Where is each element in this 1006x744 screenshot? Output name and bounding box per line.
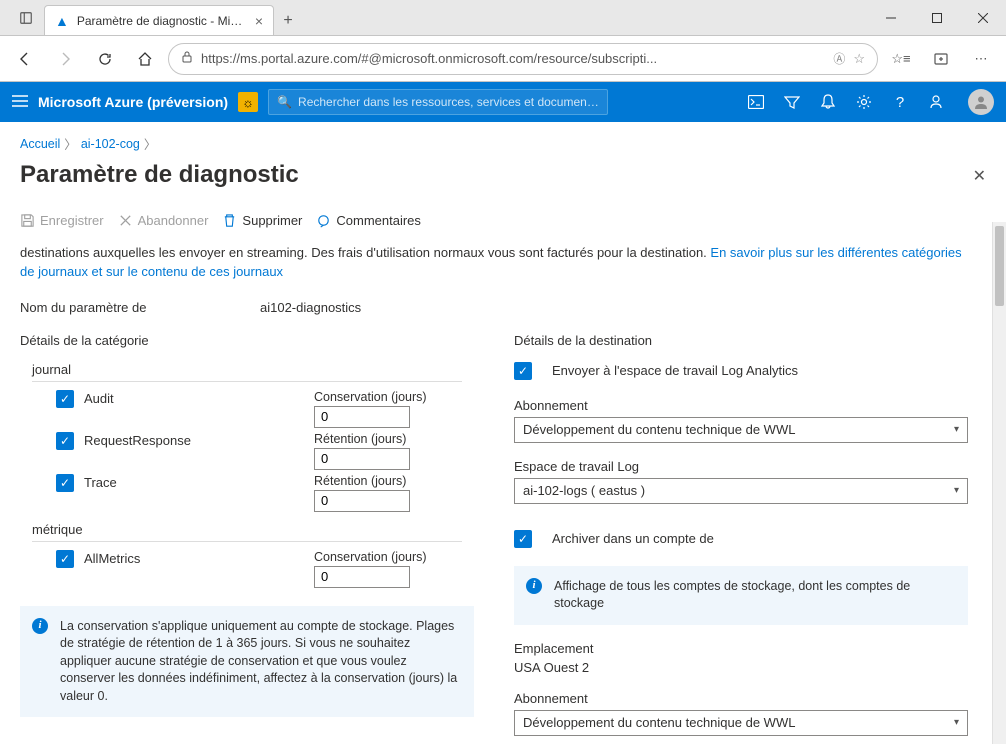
retention-input-audit[interactable] [314, 406, 410, 428]
tab-actions-icon[interactable] [8, 0, 44, 35]
breadcrumb-home[interactable]: Accueil [20, 137, 60, 151]
cloudshell-icon[interactable] [740, 86, 772, 118]
subscription-label: Abonnement [514, 398, 968, 413]
search-icon: 🔍 [277, 95, 292, 109]
reader-icon[interactable]: Ⓐ [833, 50, 845, 67]
address-bar[interactable]: https://ms.portal.azure.com/#@microsoft.… [168, 43, 878, 75]
close-blade-icon[interactable]: ✕ [973, 166, 986, 186]
info-icon: i [526, 578, 542, 594]
breadcrumb-resource[interactable]: ai-102-cog [81, 137, 140, 151]
checkbox-allmetrics[interactable]: ✓ [56, 550, 74, 568]
collections-icon[interactable] [924, 42, 958, 76]
url-text: https://ms.portal.azure.com/#@microsoft.… [201, 51, 825, 66]
workspace-label: Espace de travail Log [514, 459, 968, 474]
chevron-down-icon: ▾ [954, 424, 959, 435]
subscription2-dropdown[interactable]: Développement du contenu technique de WW… [514, 710, 968, 736]
retention-label: Rétention (jours) [314, 474, 454, 488]
discard-button[interactable]: Abandonner [118, 213, 209, 228]
search-placeholder: Rechercher dans les ressources, services… [298, 95, 599, 109]
tab-title: Paramètre de diagnostic - Micro [77, 14, 247, 28]
description-text: destinations auxquelles les envoyer en s… [20, 244, 968, 282]
scrollbar-thumb[interactable] [995, 226, 1004, 306]
retention-label: Rétention (jours) [314, 432, 454, 446]
storage-info-box: i Affichage de tous les comptes de stock… [514, 566, 968, 625]
tab-close-icon[interactable]: × [255, 13, 263, 29]
save-button[interactable]: Enregistrer [20, 213, 104, 228]
blade-content: Accueil 〉 ai-102-cog 〉 Paramètre de diag… [0, 122, 1006, 744]
new-tab-button[interactable]: + [274, 7, 302, 35]
chevron-down-icon: ▾ [954, 717, 959, 728]
setting-name-value: ai102-diagnostics [260, 300, 361, 315]
location-label: Emplacement [514, 641, 968, 656]
retention-input-allmetrics[interactable] [314, 566, 410, 588]
help-icon[interactable]: ? [884, 86, 916, 118]
refresh-button[interactable] [88, 42, 122, 76]
user-avatar[interactable] [968, 89, 994, 115]
dest-storage-label: Archiver dans un compte de [552, 531, 714, 546]
window-minimize-button[interactable] [868, 0, 914, 35]
journal-head: journal [32, 362, 474, 377]
window-maximize-button[interactable] [914, 0, 960, 35]
category-section-head: Détails de la catégorie [20, 333, 474, 348]
category-details-column: Détails de la catégorie journal ✓ Audit … [20, 333, 474, 736]
workspace-dropdown[interactable]: ai-102-logs ( eastus ) ▾ [514, 478, 968, 504]
chevron-down-icon: ▾ [954, 485, 959, 496]
azure-favicon: ▲ [55, 13, 69, 29]
log-requestresponse-label: RequestResponse [84, 433, 191, 448]
subscription2-label: Abonnement [514, 691, 968, 706]
directory-filter-icon[interactable] [776, 86, 808, 118]
scroll-area[interactable]: destinations auxquelles les envoyer en s… [20, 238, 986, 736]
checkbox-audit[interactable]: ✓ [56, 390, 74, 408]
global-search[interactable]: 🔍 Rechercher dans les ressources, servic… [268, 89, 608, 115]
retention-label: Conservation (jours) [314, 390, 454, 404]
window-close-button[interactable] [960, 0, 1006, 35]
vertical-scrollbar[interactable] [992, 222, 1006, 744]
destination-details-column: Détails de la destination ✓ Envoyer à l'… [514, 333, 968, 736]
checkbox-requestresponse[interactable]: ✓ [56, 432, 74, 450]
setting-name-label: Nom du paramètre de [20, 300, 260, 315]
checkbox-trace[interactable]: ✓ [56, 474, 74, 492]
settings-icon[interactable] [848, 86, 880, 118]
subscription-dropdown[interactable]: Développement du contenu technique de WW… [514, 417, 968, 443]
delete-button[interactable]: Supprimer [222, 213, 302, 228]
command-bar: Enregistrer Abandonner Supprimer Comment… [20, 213, 986, 238]
breadcrumb-sep: 〉 [144, 134, 157, 153]
browser-titlebar: ▲ Paramètre de diagnostic - Micro × + [0, 0, 1006, 36]
page-title: Paramètre de diagnostic [20, 161, 986, 189]
lock-icon [181, 51, 193, 66]
notifications-icon[interactable] [812, 86, 844, 118]
menu-icon[interactable] [12, 94, 28, 111]
retention-input-requestresponse[interactable] [314, 448, 410, 470]
retention-input-trace[interactable] [314, 490, 410, 512]
checkbox-storage[interactable]: ✓ [514, 530, 532, 548]
browser-tab[interactable]: ▲ Paramètre de diagnostic - Micro × [44, 5, 274, 35]
destination-section-head: Détails de la destination [514, 333, 968, 348]
forward-button[interactable] [48, 42, 82, 76]
feedback-icon[interactable] [920, 86, 952, 118]
favorite-icon[interactable]: ☆ [853, 51, 865, 67]
checkbox-loganalytics[interactable]: ✓ [514, 362, 532, 380]
retention-info-box: i La conservation s'applique uniquement … [20, 606, 474, 718]
home-button[interactable] [128, 42, 162, 76]
metric-head: métrique [32, 522, 474, 537]
log-audit-label: Audit [84, 391, 114, 406]
preview-bug-icon[interactable]: ☼ [238, 92, 258, 112]
more-icon[interactable]: ⋯ [964, 42, 998, 76]
info-icon: i [32, 618, 48, 634]
dest-loganalytics-label: Envoyer à l'espace de travail Log Analyt… [552, 363, 798, 378]
breadcrumb-sep: 〉 [64, 134, 77, 153]
retention-label: Conservation (jours) [314, 550, 454, 564]
azure-brand[interactable]: Microsoft Azure (préversion) [38, 94, 228, 110]
back-button[interactable] [8, 42, 42, 76]
breadcrumb: Accueil 〉 ai-102-cog 〉 [20, 134, 986, 153]
log-trace-label: Trace [84, 475, 117, 490]
favorites-bar-icon[interactable]: ☆≡ [884, 42, 918, 76]
browser-toolbar: https://ms.portal.azure.com/#@microsoft.… [0, 36, 1006, 82]
metric-allmetrics-label: AllMetrics [84, 551, 140, 566]
location-value: USA Ouest 2 [514, 660, 968, 675]
feedback-button[interactable]: Commentaires [316, 213, 421, 228]
azure-header: Microsoft Azure (préversion) ☼ 🔍 Recherc… [0, 82, 1006, 122]
